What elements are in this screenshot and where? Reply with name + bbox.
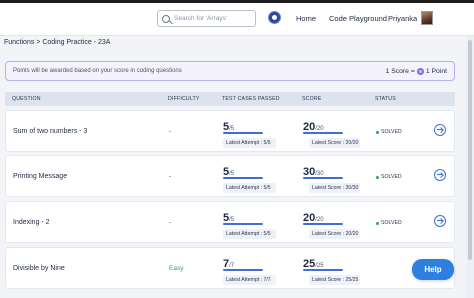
header-test-cases: TEST CASES PASSED bbox=[222, 96, 280, 102]
scrollbar-thumb[interactable] bbox=[468, 40, 472, 260]
page-scrollbar[interactable] bbox=[466, 36, 474, 298]
arrow-right-circle-icon[interactable] bbox=[434, 215, 446, 227]
user-name[interactable]: Priyanka bbox=[388, 14, 417, 23]
brand-logo-icon[interactable] bbox=[268, 11, 281, 24]
score-conversion: 1 Score = 1 Point bbox=[385, 67, 447, 75]
top-navbar: Home Code Playground Priyanka bbox=[0, 0, 474, 36]
table-row[interactable]: Indexing - 2 - 5/5 Latest Attempt : 5/5 … bbox=[5, 201, 455, 243]
latest-score-chip: Latest Score : 25/25 bbox=[309, 275, 360, 285]
status-badge: SOLVED bbox=[376, 174, 402, 180]
status-dot-icon bbox=[376, 221, 379, 225]
test-cases-progress-bar bbox=[223, 132, 263, 134]
header-question: QUESTION bbox=[12, 96, 41, 102]
status-dot-icon bbox=[376, 175, 379, 179]
test-cases-progress-bar bbox=[223, 269, 263, 271]
breadcrumb[interactable]: Functions > Coding Practice - 23A bbox=[4, 39, 110, 46]
status-badge: SOLVED bbox=[376, 220, 402, 226]
score-label: 1 Score = bbox=[385, 67, 415, 75]
arrow-right-circle-icon[interactable] bbox=[434, 169, 446, 181]
search-icon bbox=[162, 14, 170, 23]
question-title[interactable]: Divisible by Nine bbox=[13, 265, 65, 272]
status-text: SOLVED bbox=[381, 129, 402, 135]
header-difficulty: DIFFICULTY bbox=[168, 96, 200, 102]
difficulty-value: - bbox=[169, 219, 172, 226]
status-text: SOLVED bbox=[381, 220, 402, 226]
status-text: SOLVED bbox=[381, 174, 402, 180]
latest-score-chip: Latest Score : 20/20 bbox=[309, 138, 360, 148]
avatar[interactable] bbox=[421, 11, 433, 25]
status-dot-icon bbox=[376, 130, 379, 134]
header-status: STATUS bbox=[375, 96, 396, 102]
question-title[interactable]: Indexing - 2 bbox=[13, 219, 50, 226]
search-input[interactable] bbox=[174, 15, 254, 22]
arrow-right-circle-icon[interactable] bbox=[434, 124, 446, 136]
score-progress-bar bbox=[303, 223, 343, 225]
coin-icon bbox=[416, 67, 424, 75]
nav-code-playground-link[interactable]: Code Playground bbox=[329, 14, 387, 23]
difficulty-value: - bbox=[169, 128, 172, 135]
question-title[interactable]: Sum of two numbers - 3 bbox=[13, 128, 87, 135]
latest-attempt-chip: Latest Attempt : 5/5 bbox=[223, 138, 276, 148]
nav-home-link[interactable]: Home bbox=[296, 14, 316, 23]
latest-attempt-chip: Latest Attempt : 7/7 bbox=[223, 275, 276, 285]
point-label: 1 Point bbox=[425, 67, 447, 75]
test-cases-progress-bar bbox=[223, 177, 263, 179]
difficulty-value: Easy bbox=[169, 265, 184, 272]
points-info-banner: Points will be awarded based on your sco… bbox=[5, 61, 455, 81]
window-top-edge bbox=[0, 0, 474, 3]
latest-attempt-chip: Latest Attempt : 5/5 bbox=[223, 229, 276, 239]
table-row[interactable]: Printing Message - 5/5 Latest Attempt : … bbox=[5, 155, 455, 197]
points-info-text: Points will be awarded based on your sco… bbox=[13, 68, 182, 74]
question-title[interactable]: Printing Message bbox=[13, 173, 67, 180]
score-progress-bar bbox=[303, 269, 343, 271]
score-progress-bar bbox=[303, 132, 343, 134]
status-badge: SOLVED bbox=[376, 129, 402, 135]
help-button[interactable]: Help bbox=[412, 259, 454, 280]
table-row[interactable]: Sum of two numbers - 3 - 5/5 Latest Atte… bbox=[5, 110, 455, 152]
latest-score-chip: Latest Score : 30/30 bbox=[309, 183, 360, 193]
difficulty-value: - bbox=[169, 173, 172, 180]
table-header: QUESTION DIFFICULTY TEST CASES PASSED SC… bbox=[5, 92, 455, 106]
table-row[interactable]: Divisible by Nine Easy 7/7 Latest Attemp… bbox=[5, 247, 455, 289]
test-cases-progress-bar bbox=[223, 223, 263, 225]
latest-attempt-chip: Latest Attempt : 5/5 bbox=[223, 183, 276, 193]
latest-score-chip: Latest Score : 20/20 bbox=[309, 229, 360, 239]
header-score: SCORE bbox=[302, 96, 322, 102]
score-progress-bar bbox=[303, 177, 343, 179]
search-box[interactable] bbox=[157, 10, 256, 27]
